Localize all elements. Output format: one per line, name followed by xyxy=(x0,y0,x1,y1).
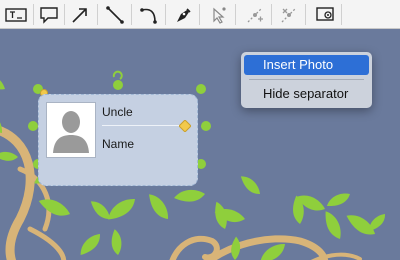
callout-tool[interactable] xyxy=(34,2,64,27)
resize-handle-left[interactable] xyxy=(28,121,38,131)
toolbar xyxy=(0,0,400,29)
photo-placeholder[interactable] xyxy=(46,102,96,158)
resize-handle-right[interactable] xyxy=(201,121,211,131)
resize-handle-top[interactable] xyxy=(113,80,123,90)
person-silhouette-icon xyxy=(53,111,89,153)
separator-handle-icon[interactable] xyxy=(179,120,191,132)
select-point-tool[interactable] xyxy=(203,2,233,27)
toolbar-divider xyxy=(271,4,272,25)
context-menu: Insert Photo Hide separator xyxy=(241,52,372,108)
curve-icon xyxy=(140,7,157,24)
add-point-tool[interactable] xyxy=(240,2,270,27)
rotate-handle[interactable] xyxy=(112,70,123,80)
text-box-icon xyxy=(5,7,27,22)
menu-item-insert-photo[interactable]: Insert Photo xyxy=(244,55,369,75)
arrow-tool[interactable] xyxy=(65,2,95,27)
delete-point-tool[interactable] xyxy=(274,2,304,27)
toolbar-divider xyxy=(305,4,306,25)
line-icon xyxy=(106,5,124,24)
arrow-icon xyxy=(72,7,87,23)
toolbar-divider xyxy=(165,4,166,25)
pen-tool[interactable] xyxy=(168,2,198,27)
menu-divider xyxy=(249,79,364,80)
toolbar-divider xyxy=(341,4,342,25)
add-point-icon xyxy=(247,7,263,22)
curve-tool[interactable] xyxy=(134,2,164,27)
toolbar-divider xyxy=(131,4,132,25)
person-card[interactable]: Uncle Name xyxy=(38,94,198,186)
pen-nib-icon xyxy=(177,7,191,22)
image-tool[interactable] xyxy=(310,2,340,27)
name-label[interactable]: Name xyxy=(102,137,192,151)
speech-bubble-icon xyxy=(40,6,58,24)
card-separator xyxy=(102,125,186,126)
menu-item-hide-separator[interactable]: Hide separator xyxy=(244,84,369,104)
delete-point-icon xyxy=(281,7,297,22)
resize-handle-top-right[interactable] xyxy=(196,84,206,94)
line-tool[interactable] xyxy=(100,2,130,27)
toolbar-divider xyxy=(199,4,200,25)
toolbar-divider xyxy=(97,4,98,25)
text-box-tool[interactable] xyxy=(1,2,31,27)
toolbar-divider xyxy=(235,4,236,25)
relation-label[interactable]: Uncle xyxy=(102,105,192,119)
image-frame-icon xyxy=(316,6,334,21)
cursor-point-icon xyxy=(213,6,226,24)
